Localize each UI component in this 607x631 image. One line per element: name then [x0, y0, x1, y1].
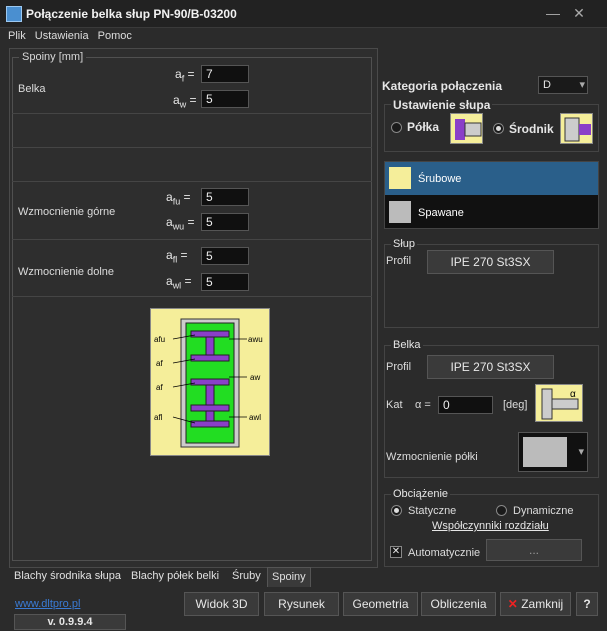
close-icon[interactable]: ✕ [566, 3, 592, 23]
chevron-down-icon: ▾ [579, 79, 585, 91]
svg-text:α: α [570, 389, 576, 400]
spawane-label: Spawane [418, 207, 464, 219]
wzm-polki-label: Wzmocnienie półki [386, 451, 478, 463]
widok3d-button[interactable]: Widok 3D [184, 592, 259, 616]
polka-image [450, 113, 483, 144]
divider [12, 181, 372, 182]
polka-radio[interactable] [391, 122, 402, 133]
wzm-polki-preview [523, 437, 567, 467]
menu-bar: Plik Ustawienia Pomoc [0, 30, 132, 46]
af-symbol: af = [175, 67, 195, 84]
ustawienie-title: Ustawienie słupa [391, 98, 493, 112]
divider [12, 296, 372, 297]
dynamiczne-radio[interactable] [496, 505, 507, 516]
window-title: Połączenie belka słup PN-90/B-03200 [26, 7, 237, 21]
slup-profil-button[interactable]: IPE 270 St3SX [427, 250, 554, 274]
srodnik-image [560, 113, 593, 144]
label-afl: afl [154, 413, 163, 422]
zamknij-button[interactable]: ✕ Zamknij [500, 592, 571, 616]
label-awu: awu [248, 335, 263, 344]
alpha-input[interactable]: 0 [438, 396, 493, 414]
kategoria-label: Kategoria połączenia [382, 79, 503, 93]
auto-label: Automatycznie [408, 547, 481, 559]
belka-label: Belka [18, 83, 46, 95]
srubowe-label: Śrubowe [418, 173, 462, 185]
website-link[interactable]: www.dltpro.pl [15, 598, 80, 610]
spoiny-group-title: Spoiny [mm] [19, 51, 87, 63]
auto-checkbox[interactable]: ✕ [390, 546, 402, 558]
alpha-label: α = [415, 399, 431, 411]
slup-title: Słup [391, 238, 418, 250]
list-item-spawane[interactable]: Spawane [385, 196, 598, 229]
label-afu: afu [154, 335, 165, 344]
spoiny-panel: Spoiny [mm] Belka af = 7 aw = 5 Wzmocnie… [9, 48, 378, 568]
app-icon [6, 6, 22, 22]
divider [12, 239, 372, 240]
wzm-gorne-label: Wzmocnienie górne [18, 206, 116, 218]
af-input[interactable]: 7 [201, 65, 249, 83]
wspolczynniki-link[interactable]: Współczynniki rozdziału [432, 520, 549, 532]
afu-symbol: afu = [166, 190, 191, 207]
srodnik-label: Środnik [509, 122, 554, 136]
geometria-button[interactable]: Geometria [343, 592, 418, 616]
aw-input[interactable]: 5 [201, 90, 249, 108]
awl-input[interactable]: 5 [201, 273, 249, 291]
awl-symbol: awl = [166, 274, 192, 291]
awu-symbol: awu = [166, 215, 195, 232]
kategoria-value: D [543, 79, 551, 91]
minimize-button[interactable]: — [540, 3, 566, 23]
label-af: af [156, 383, 163, 392]
label-aw: aw [250, 373, 260, 382]
tab-sruby[interactable]: Śruby [228, 567, 265, 587]
afl-symbol: afl = [166, 248, 188, 265]
help-button[interactable]: ? [576, 592, 598, 616]
list-item-srubowe[interactable]: Śrubowe [385, 162, 598, 195]
polka-label: Półka [407, 120, 440, 134]
tab-blachy-polek[interactable]: Blachy półek belki [127, 567, 223, 587]
kat-label: Kat [386, 399, 403, 411]
obliczenia-button[interactable]: Obliczenia [421, 592, 496, 616]
belka-title: Belka [391, 339, 423, 351]
statyczne-label: Statyczne [408, 505, 457, 517]
wzm-dolne-label: Wzmocnienie dolne [18, 266, 114, 278]
label-af: af [156, 359, 163, 368]
afu-input[interactable]: 5 [201, 188, 249, 206]
srodnik-radio[interactable] [493, 123, 504, 134]
menu-ustawienia[interactable]: Ustawienia [35, 30, 89, 42]
auto-dots-button[interactable]: ... [486, 539, 582, 561]
deg-unit: [deg] [503, 399, 528, 411]
afl-input[interactable]: 5 [201, 247, 249, 265]
statyczne-radio[interactable] [391, 505, 402, 516]
menu-plik[interactable]: Plik [8, 30, 26, 42]
bolt-icon [389, 167, 411, 189]
dynamiczne-label: Dynamiczne [513, 505, 574, 517]
tab-spoiny[interactable]: Spoiny [267, 567, 311, 587]
weld-icon [389, 201, 411, 223]
aw-symbol: aw = [173, 93, 197, 110]
belka-profil-label: Profil [386, 361, 412, 373]
awu-input[interactable]: 5 [201, 213, 249, 231]
wzm-polki-select[interactable]: ▾ [518, 432, 588, 472]
chevron-down-icon: ▾ [578, 446, 584, 458]
slup-profil-label: Profil [386, 255, 412, 267]
close-icon: ✕ [507, 597, 518, 611]
menu-pomoc[interactable]: Pomoc [98, 30, 132, 42]
label-awl: awl [249, 413, 261, 422]
obciazenie-title: Obciążenie [391, 488, 451, 500]
kategoria-select[interactable]: D ▾ [538, 76, 588, 94]
kat-image: α [535, 384, 583, 422]
tab-blachy-srodnika[interactable]: Blachy środnika słupa [10, 567, 125, 587]
zamknij-label: Zamknij [521, 597, 564, 611]
typ-list: Śrubowe Spawane [384, 161, 599, 229]
belka-profil-button[interactable]: IPE 270 St3SX [427, 355, 554, 379]
weld-diagram: afu af af afl awu aw awl [150, 308, 270, 456]
divider [12, 113, 372, 114]
rysunek-button[interactable]: Rysunek [264, 592, 339, 616]
divider [12, 147, 372, 148]
title-bar: Połączenie belka słup PN-90/B-03200 — ✕ [0, 0, 607, 28]
version-label: v. 0.9.9.4 [14, 614, 126, 630]
